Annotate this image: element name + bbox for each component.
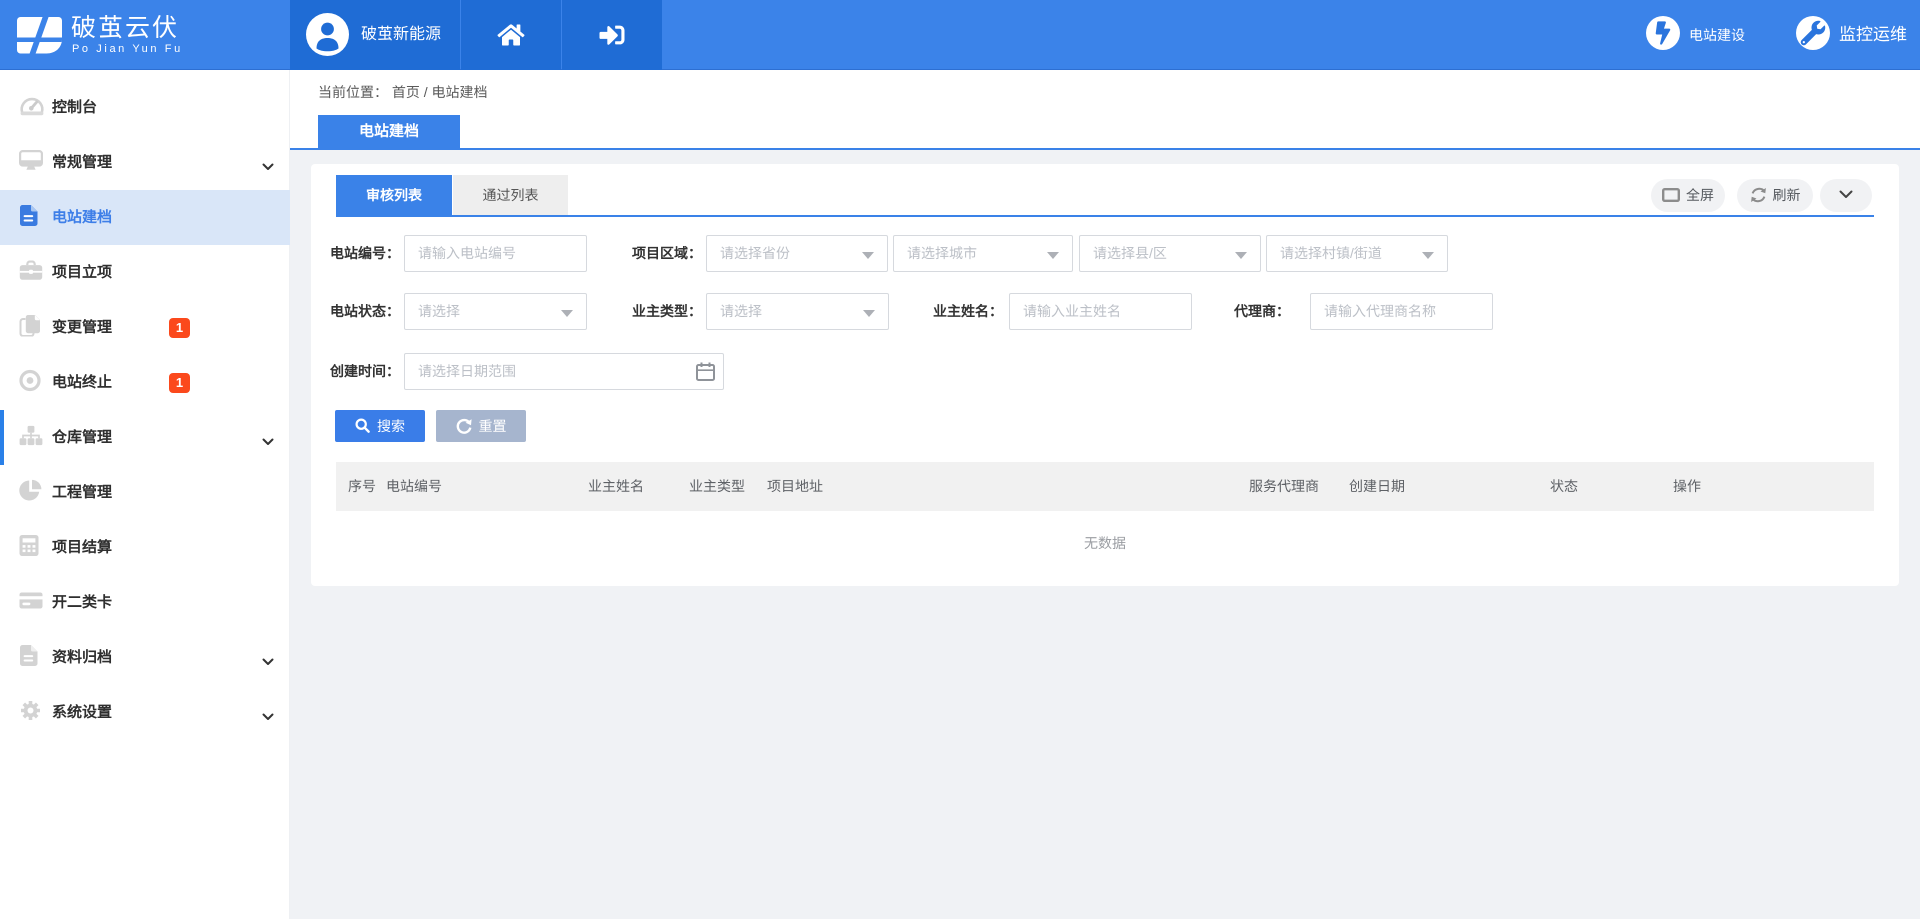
svg-text:破茧云伏: 破茧云伏 [71,14,179,42]
svg-text:Po Jian Yun Fu: Po Jian Yun Fu [72,43,183,55]
